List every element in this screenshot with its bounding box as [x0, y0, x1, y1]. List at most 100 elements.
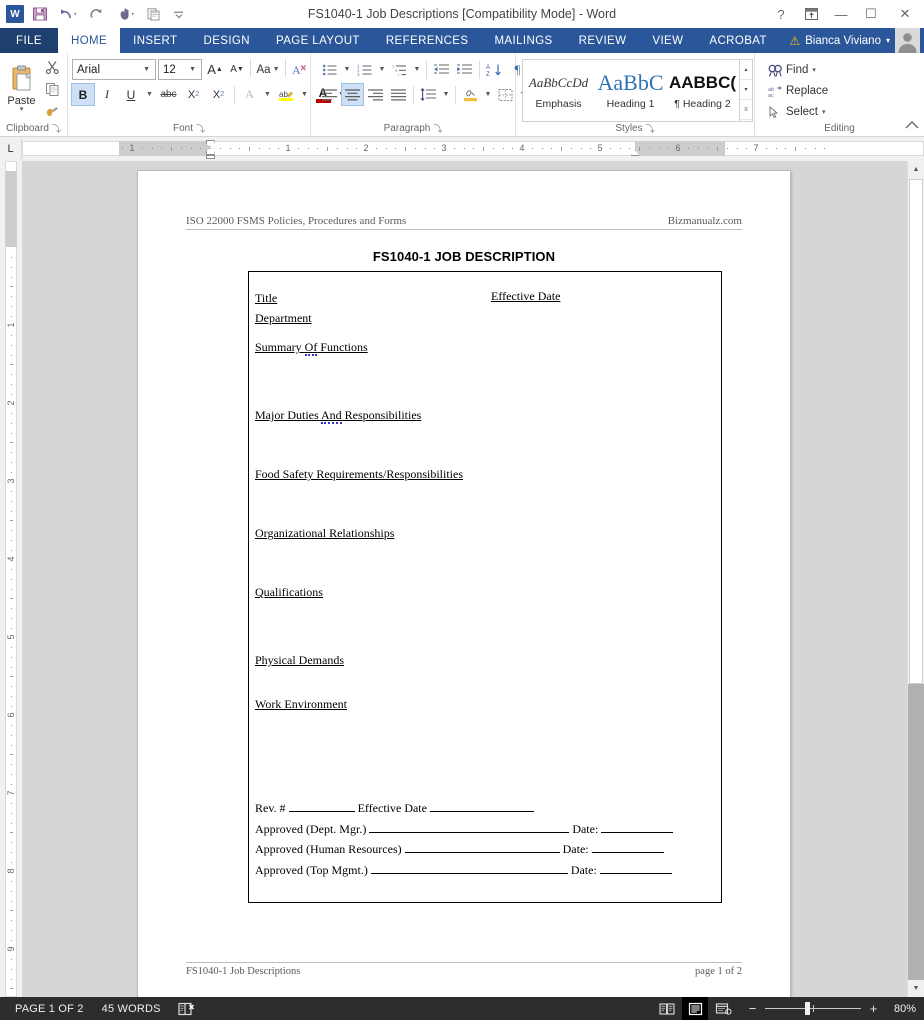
- line-spacing-button[interactable]: [418, 84, 439, 105]
- styles-more-button[interactable]: ≡: [740, 100, 752, 121]
- horizontal-ruler[interactable]: 1 1 2 3 4 5 6 7: [22, 137, 924, 161]
- replace-button[interactable]: ab ac Replace: [763, 81, 833, 101]
- approval-dept-mgr-date-line[interactable]: [601, 821, 674, 833]
- document-header[interactable]: ISO 22000 FSMS Policies, Procedures and …: [186, 215, 742, 230]
- styles-dialog-launcher[interactable]: ⤵: [646, 122, 655, 136]
- chevron-down-icon[interactable]: ▼: [273, 66, 280, 73]
- vertical-ruler[interactable]: 1 2 3 4 5 6 7 8 9: [0, 161, 22, 997]
- shading-button[interactable]: [460, 84, 481, 105]
- approval-hr-line[interactable]: [404, 841, 560, 853]
- borders-button[interactable]: [495, 84, 516, 105]
- account-dropdown-icon[interactable]: ▾: [886, 36, 890, 45]
- approval-hr-date-line[interactable]: [591, 841, 664, 853]
- tab-stop-selector-button[interactable]: L: [0, 137, 22, 161]
- help-button[interactable]: ?: [766, 0, 796, 28]
- avatar[interactable]: [895, 28, 920, 53]
- zoom-slider[interactable]: − +: [746, 1001, 880, 1016]
- numbering-button[interactable]: 1 2 3: [354, 59, 375, 80]
- increase-indent-button[interactable]: [454, 59, 475, 80]
- justify-button[interactable]: [388, 84, 409, 105]
- rev-effective-date-line[interactable]: [429, 800, 534, 812]
- multilevel-list-dropdown-button[interactable]: ▼: [412, 59, 422, 80]
- text-effects-dropdown-button[interactable]: ▼: [262, 84, 273, 105]
- word-count[interactable]: 45 WORDS: [93, 997, 170, 1020]
- zoom-out-button[interactable]: −: [746, 1001, 759, 1016]
- customize-quick-access-toolbar-button[interactable]: [167, 3, 191, 25]
- align-center-button[interactable]: [341, 83, 364, 106]
- tab-view[interactable]: VIEW: [639, 28, 696, 53]
- styles-scroll-down-button[interactable]: ▾: [740, 80, 752, 101]
- sort-button[interactable]: A Z: [484, 59, 505, 80]
- tab-design[interactable]: DESIGN: [190, 28, 263, 53]
- bullets-dropdown-button[interactable]: ▼: [342, 59, 352, 80]
- clipboard-dialog-launcher[interactable]: ⤵: [52, 122, 61, 136]
- bold-button[interactable]: B: [71, 83, 95, 106]
- scrollbar-track-lower[interactable]: [908, 684, 924, 980]
- tab-insert[interactable]: INSERT: [120, 28, 190, 53]
- job-description-table[interactable]: Title Effective Date Department Summary …: [248, 271, 722, 903]
- style-heading-2[interactable]: AABBC( ¶ Heading 2: [667, 60, 739, 121]
- shrink-font-button[interactable]: A ▼: [226, 59, 248, 80]
- scrollbar-thumb[interactable]: [909, 179, 923, 684]
- zoom-slider-thumb[interactable]: [805, 1002, 811, 1015]
- style-heading-1[interactable]: AaBbC Heading 1: [595, 60, 667, 121]
- print-layout-button[interactable]: [682, 997, 708, 1020]
- read-mode-button[interactable]: [654, 997, 680, 1020]
- touch-mode-button[interactable]: [110, 3, 141, 25]
- grow-font-button[interactable]: A ▲: [204, 59, 226, 80]
- approval-top-mgmt-date-line[interactable]: [599, 862, 672, 874]
- page-indicator[interactable]: PAGE 1 OF 2: [6, 997, 93, 1020]
- print-preview-button[interactable]: [142, 3, 166, 25]
- italic-button[interactable]: I: [96, 84, 118, 105]
- find-button[interactable]: Find ▾: [763, 60, 833, 80]
- vertical-scrollbar[interactable]: ▲ ▼: [907, 161, 924, 997]
- font-size-combo[interactable]: 12 ▼: [158, 59, 202, 80]
- cut-button[interactable]: [41, 57, 63, 77]
- highlight-dropdown-button[interactable]: ▼: [299, 84, 310, 105]
- chevron-down-icon[interactable]: ▼: [186, 66, 199, 73]
- left-indent-marker[interactable]: [205, 155, 215, 159]
- ribbon-display-options-button[interactable]: [796, 0, 826, 28]
- tab-file[interactable]: FILE: [0, 28, 58, 53]
- line-spacing-dropdown-button[interactable]: ▼: [441, 84, 451, 105]
- font-dialog-launcher[interactable]: ⤵: [196, 122, 205, 136]
- minimize-button[interactable]: —: [826, 0, 856, 28]
- numbering-dropdown-button[interactable]: ▼: [377, 59, 387, 80]
- multilevel-list-button[interactable]: 1 a i: [389, 59, 410, 80]
- select-dropdown-icon[interactable]: ▾: [822, 108, 826, 116]
- tab-mailings[interactable]: MAILINGS: [481, 28, 565, 53]
- approval-top-mgmt-line[interactable]: [370, 862, 568, 874]
- zoom-level-button[interactable]: 80%: [882, 1003, 916, 1015]
- style-emphasis[interactable]: AaBbCcDd Emphasis: [523, 60, 595, 121]
- redo-button[interactable]: [85, 3, 109, 25]
- copy-button[interactable]: [41, 79, 63, 99]
- decrease-indent-button[interactable]: [431, 59, 452, 80]
- save-button[interactable]: [28, 3, 52, 25]
- document-footer[interactable]: FS1040-1 Job Descriptions page 1 of 2: [186, 962, 742, 977]
- tab-acrobat[interactable]: ACROBAT: [696, 28, 780, 53]
- tab-references[interactable]: REFERENCES: [373, 28, 482, 53]
- font-family-combo[interactable]: Arial ▼: [72, 59, 156, 80]
- paste-button[interactable]: Paste ▾: [4, 57, 39, 121]
- zoom-track[interactable]: [765, 1002, 861, 1015]
- strikethrough-button[interactable]: abc: [157, 84, 180, 105]
- underline-button[interactable]: U: [120, 84, 142, 105]
- approval-dept-mgr-line[interactable]: [369, 821, 570, 833]
- find-dropdown-icon[interactable]: ▾: [812, 66, 816, 74]
- shading-dropdown-button[interactable]: ▼: [483, 84, 493, 105]
- tab-home[interactable]: HOME: [58, 28, 121, 53]
- tab-page-layout[interactable]: PAGE LAYOUT: [263, 28, 373, 53]
- align-left-button[interactable]: [319, 84, 340, 105]
- styles-scroll-up-button[interactable]: ▴: [740, 60, 752, 80]
- scroll-up-button[interactable]: ▲: [908, 161, 924, 178]
- collapse-ribbon-button[interactable]: [905, 120, 919, 133]
- web-layout-button[interactable]: [710, 997, 736, 1020]
- close-button[interactable]: ✕: [886, 0, 924, 28]
- document-canvas[interactable]: ISO 22000 FSMS Policies, Procedures and …: [22, 161, 907, 997]
- document-page[interactable]: ISO 22000 FSMS Policies, Procedures and …: [138, 171, 790, 997]
- bullets-button[interactable]: [319, 59, 340, 80]
- word-app-logo[interactable]: W: [3, 3, 27, 25]
- proofing-status-button[interactable]: [170, 997, 203, 1020]
- tab-review[interactable]: REVIEW: [566, 28, 640, 53]
- align-right-button[interactable]: [365, 84, 386, 105]
